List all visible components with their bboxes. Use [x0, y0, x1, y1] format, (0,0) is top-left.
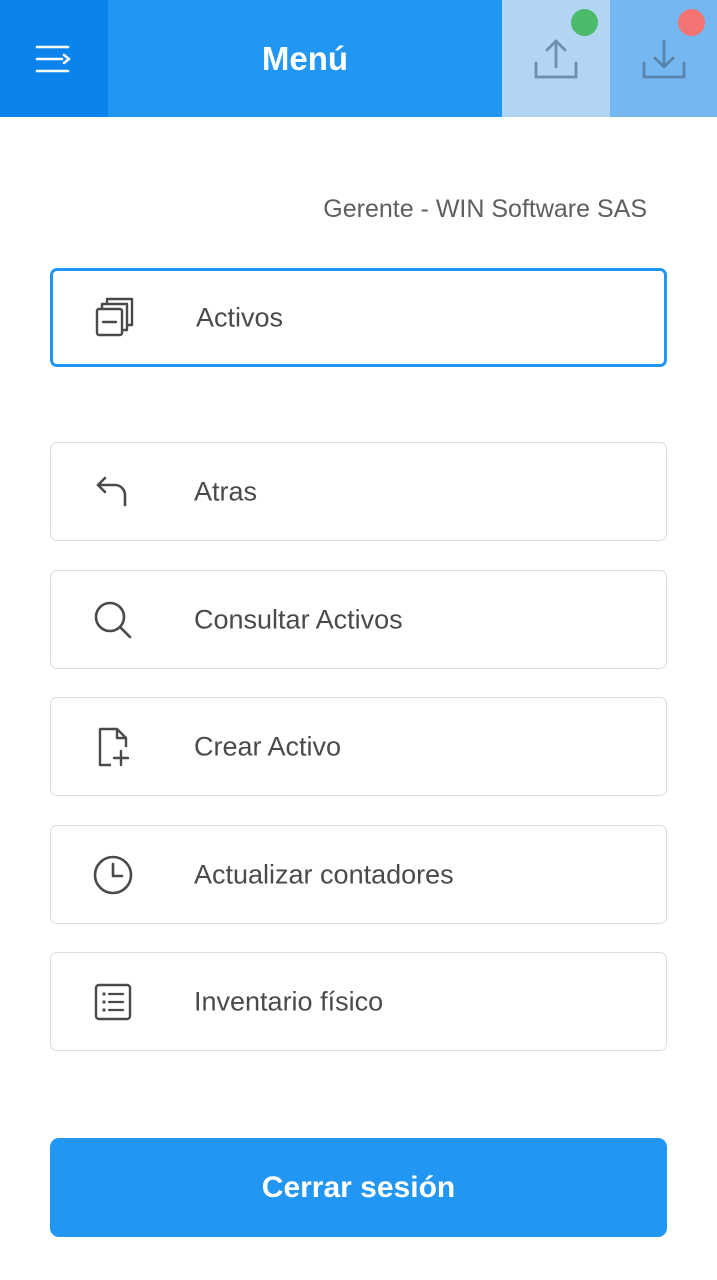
menu-item-inventario-fisico[interactable]: Inventario físico: [50, 952, 667, 1051]
menu-button[interactable]: [0, 0, 108, 117]
menu-item-atras[interactable]: Atras: [50, 442, 667, 541]
list-icon: [91, 980, 135, 1024]
user-company-label: Gerente - WIN Software SAS: [323, 195, 647, 223]
menu-item-consultar-activos[interactable]: Consultar Activos: [50, 570, 667, 669]
menu-item-label: Consultar Activos: [194, 604, 403, 634]
download-status-dot: [678, 9, 705, 36]
clock-icon: [91, 853, 135, 897]
download-icon: [642, 39, 685, 78]
menu-item-activos[interactable]: Activos: [50, 268, 667, 367]
page-title: Menú: [261, 39, 349, 77]
menu-item-label: Actualizar contadores: [194, 859, 454, 889]
menu-item-label: Activos: [196, 302, 284, 332]
logout-button[interactable]: Cerrar sesión: [50, 1138, 667, 1237]
file-add-icon: [91, 725, 135, 769]
menu-item-label: Inventario físico: [194, 986, 384, 1016]
menu-icon: [35, 45, 71, 72]
upload-button[interactable]: [502, 0, 610, 117]
upload-icon: [534, 39, 578, 78]
menu-item-actualizar-contadores[interactable]: Actualizar contadores: [50, 825, 667, 924]
top-bar: Menú: [0, 0, 717, 117]
copy-icon: [93, 296, 137, 340]
menu-item-label: Crear Activo: [194, 731, 342, 761]
download-button[interactable]: [610, 0, 717, 117]
upload-status-dot: [571, 9, 598, 36]
back-arrow-icon: [91, 470, 135, 514]
menu-item-label: Atras: [194, 476, 258, 506]
search-icon: [91, 598, 135, 642]
menu-item-crear-activo[interactable]: Crear Activo: [50, 697, 667, 796]
